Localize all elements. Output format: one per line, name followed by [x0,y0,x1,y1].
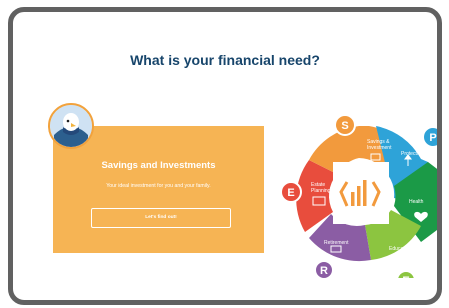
savings-letter-badge: S [334,114,356,136]
svg-text:E: E [402,275,409,278]
card-subtitle: Your ideal investment for you and your f… [106,183,211,189]
financial-needs-wheel: S P E R E Savings & Investment Protectio… [281,114,437,278]
estate-letter-badge: E [281,181,302,203]
health-label: Health [409,199,424,205]
retirement-letter-badge: R [314,260,334,278]
retirement-label: Retirement [324,240,349,246]
estate-label-line2: Planning [311,188,331,194]
lets-find-out-button[interactable]: Let's find out! [91,208,231,228]
svg-text:P: P [429,132,436,144]
svg-text:S: S [341,120,348,132]
eagle-avatar-icon [48,103,94,149]
protection-letter-badge: P [422,126,437,148]
protection-label: Protection [401,151,424,157]
education-letter-badge: E [396,270,416,278]
card-title: Savings and Investments [101,160,216,171]
svg-text:R: R [320,265,328,277]
main-frame: What is your financial need? Savings and… [8,7,442,305]
savings-investments-card: Savings and Investments Your ideal inves… [53,126,264,253]
savings-label-line2: Investment [367,145,392,151]
education-label: Education [389,246,411,252]
page-title: What is your financial need? [130,52,320,68]
svg-text:E: E [287,187,294,199]
graduation-cap-icon [388,258,402,266]
